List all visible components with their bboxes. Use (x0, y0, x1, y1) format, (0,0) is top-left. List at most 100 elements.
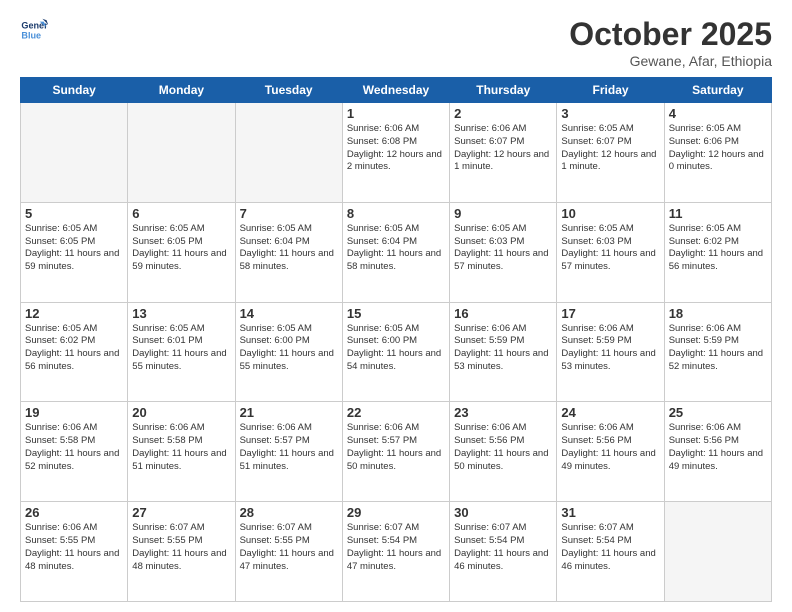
day-number: 20 (132, 405, 230, 420)
day-number: 6 (132, 206, 230, 221)
calendar-cell: 1Sunrise: 6:06 AM Sunset: 6:08 PM Daylig… (342, 103, 449, 203)
day-info: Sunrise: 6:06 AM Sunset: 5:59 PM Dayligh… (669, 323, 767, 374)
day-info: Sunrise: 6:06 AM Sunset: 5:58 PM Dayligh… (132, 422, 230, 473)
calendar-cell: 28 Sunrise: 6:07 AM Sunset: 5:55 PM Dayli… (235, 502, 342, 602)
title-block: October 2025 Gewane, Afar, Ethiopia (569, 16, 772, 69)
day-info: Sunrise: 6:05 AM Sunset: 6:00 PM Dayligh… (347, 323, 445, 374)
calendar-cell: 29Sunrise: 6:07 AM Sunset: 5:54 PM Dayli… (342, 502, 449, 602)
day-number: 15 (347, 306, 445, 321)
day-info: Sunrise: 6:06 AM Sunset: 5:55 PM Dayligh… (25, 522, 123, 573)
calendar-cell: 4Sunrise: 6:05 AM Sunset: 6:06 PM Daylig… (664, 103, 771, 203)
day-of-week-header: Monday (128, 78, 235, 103)
day-number: 13 (132, 306, 230, 321)
day-number: 18 (669, 306, 767, 321)
day-number: 25 (669, 405, 767, 420)
day-info: Sunrise: 6:05 AM Sunset: 6:00 PM Dayligh… (240, 323, 338, 374)
day-info: Sunrise: 6:05 AM Sunset: 6:05 PM Dayligh… (132, 223, 230, 274)
day-info: Sunrise: 6:05 AM Sunset: 6:02 PM Dayligh… (669, 223, 767, 274)
calendar-cell: 2Sunrise: 6:06 AM Sunset: 6:07 PM Daylig… (450, 103, 557, 203)
day-of-week-header: Wednesday (342, 78, 449, 103)
day-of-week-header: Thursday (450, 78, 557, 103)
calendar-cell: 17 Sunrise: 6:06 AM Sunset: 5:59 PM Dayli… (557, 302, 664, 402)
page: General Blue October 2025 Gewane, Afar, … (0, 0, 792, 612)
calendar-cell: 24Sunrise: 6:06 AM Sunset: 5:56 PM Dayli… (557, 402, 664, 502)
day-of-week-header: Friday (557, 78, 664, 103)
day-info: Sunrise: 6:06 AM Sunset: 5:56 PM Dayligh… (669, 422, 767, 473)
day-number: 29 (347, 505, 445, 520)
day-info: Sunrise: 6:07 AM Sunset: 5:55 PM Dayligh… (132, 522, 230, 573)
day-info: Sunrise: 6:07 AM Sunset: 5:54 PM Dayligh… (561, 522, 659, 573)
subtitle: Gewane, Afar, Ethiopia (569, 53, 772, 69)
calendar-cell: 10 Sunrise: 6:05 AM Sunset: 6:03 PM Dayli… (557, 202, 664, 302)
day-of-week-header: Tuesday (235, 78, 342, 103)
calendar-cell: 22 Sunrise: 6:06 AM Sunset: 5:57 PM Dayli… (342, 402, 449, 502)
day-info: Sunrise: 6:05 AM Sunset: 6:02 PM Dayligh… (25, 323, 123, 374)
day-info: Sunrise: 6:06 AM Sunset: 5:57 PM Dayligh… (347, 422, 445, 473)
calendar-week-row: 5Sunrise: 6:05 AM Sunset: 6:05 PM Daylig… (21, 202, 772, 302)
calendar-cell: 3Sunrise: 6:05 AM Sunset: 6:07 PM Daylig… (557, 103, 664, 203)
day-info: Sunrise: 6:06 AM Sunset: 5:56 PM Dayligh… (454, 422, 552, 473)
day-number: 8 (347, 206, 445, 221)
calendar-cell: 25 Sunrise: 6:06 AM Sunset: 5:56 PM Dayli… (664, 402, 771, 502)
day-number: 3 (561, 106, 659, 121)
day-info: Sunrise: 6:06 AM Sunset: 5:59 PM Dayligh… (454, 323, 552, 374)
calendar-cell: 27 Sunrise: 6:07 AM Sunset: 5:55 PM Dayli… (128, 502, 235, 602)
day-of-week-header: Sunday (21, 78, 128, 103)
calendar-cell: 18 Sunrise: 6:06 AM Sunset: 5:59 PM Dayli… (664, 302, 771, 402)
calendar-header-row: SundayMondayTuesdayWednesdayThursdayFrid… (21, 78, 772, 103)
calendar-cell (235, 103, 342, 203)
calendar-cell (21, 103, 128, 203)
calendar-cell (128, 103, 235, 203)
day-info: Sunrise: 6:05 AM Sunset: 6:05 PM Dayligh… (25, 223, 123, 274)
calendar-week-row: 1Sunrise: 6:06 AM Sunset: 6:08 PM Daylig… (21, 103, 772, 203)
day-number: 19 (25, 405, 123, 420)
day-number: 17 (561, 306, 659, 321)
day-of-week-header: Saturday (664, 78, 771, 103)
day-number: 31 (561, 505, 659, 520)
calendar-cell: 14 Sunrise: 6:05 AM Sunset: 6:00 PM Dayli… (235, 302, 342, 402)
day-info: Sunrise: 6:05 AM Sunset: 6:01 PM Dayligh… (132, 323, 230, 374)
day-info: Sunrise: 6:06 AM Sunset: 6:07 PM Dayligh… (454, 123, 552, 174)
calendar-cell: 26 Sunrise: 6:06 AM Sunset: 5:55 PM Dayli… (21, 502, 128, 602)
calendar-cell (664, 502, 771, 602)
day-info: Sunrise: 6:06 AM Sunset: 5:59 PM Dayligh… (561, 323, 659, 374)
day-number: 27 (132, 505, 230, 520)
day-number: 1 (347, 106, 445, 121)
day-info: Sunrise: 6:06 AM Sunset: 5:56 PM Dayligh… (561, 422, 659, 473)
day-number: 10 (561, 206, 659, 221)
day-number: 30 (454, 505, 552, 520)
calendar-week-row: 12 Sunrise: 6:05 AM Sunset: 6:02 PM Dayli… (21, 302, 772, 402)
calendar-cell: 23 Sunrise: 6:06 AM Sunset: 5:56 PM Dayli… (450, 402, 557, 502)
day-info: Sunrise: 6:05 AM Sunset: 6:04 PM Dayligh… (240, 223, 338, 274)
day-info: Sunrise: 6:05 AM Sunset: 6:04 PM Dayligh… (347, 223, 445, 274)
day-info: Sunrise: 6:05 AM Sunset: 6:03 PM Dayligh… (454, 223, 552, 274)
day-info: Sunrise: 6:06 AM Sunset: 5:58 PM Dayligh… (25, 422, 123, 473)
day-number: 12 (25, 306, 123, 321)
day-number: 14 (240, 306, 338, 321)
day-number: 9 (454, 206, 552, 221)
day-info: Sunrise: 6:07 AM Sunset: 5:55 PM Dayligh… (240, 522, 338, 573)
main-title: October 2025 (569, 16, 772, 53)
logo-icon: General Blue (20, 16, 48, 44)
day-info: Sunrise: 6:06 AM Sunset: 5:57 PM Dayligh… (240, 422, 338, 473)
calendar-table: SundayMondayTuesdayWednesdayThursdayFrid… (20, 77, 772, 602)
calendar-week-row: 26 Sunrise: 6:06 AM Sunset: 5:55 PM Dayli… (21, 502, 772, 602)
day-number: 23 (454, 405, 552, 420)
day-number: 21 (240, 405, 338, 420)
day-info: Sunrise: 6:05 AM Sunset: 6:03 PM Dayligh… (561, 223, 659, 274)
calendar-cell: 16Sunrise: 6:06 AM Sunset: 5:59 PM Dayli… (450, 302, 557, 402)
day-number: 28 (240, 505, 338, 520)
day-number: 4 (669, 106, 767, 121)
calendar-cell: 30 Sunrise: 6:07 AM Sunset: 5:54 PM Dayli… (450, 502, 557, 602)
calendar-cell: 7Sunrise: 6:05 AM Sunset: 6:04 PM Daylig… (235, 202, 342, 302)
day-info: Sunrise: 6:07 AM Sunset: 5:54 PM Dayligh… (454, 522, 552, 573)
calendar-week-row: 19 Sunrise: 6:06 AM Sunset: 5:58 PM Dayli… (21, 402, 772, 502)
calendar-cell: 15 Sunrise: 6:05 AM Sunset: 6:00 PM Dayli… (342, 302, 449, 402)
calendar-cell: 13 Sunrise: 6:05 AM Sunset: 6:01 PM Dayli… (128, 302, 235, 402)
calendar-cell: 6 Sunrise: 6:05 AM Sunset: 6:05 PM Daylig… (128, 202, 235, 302)
header: General Blue October 2025 Gewane, Afar, … (20, 16, 772, 69)
day-number: 22 (347, 405, 445, 420)
calendar-cell: 11Sunrise: 6:05 AM Sunset: 6:02 PM Dayli… (664, 202, 771, 302)
calendar-cell: 19 Sunrise: 6:06 AM Sunset: 5:58 PM Dayli… (21, 402, 128, 502)
day-number: 26 (25, 505, 123, 520)
